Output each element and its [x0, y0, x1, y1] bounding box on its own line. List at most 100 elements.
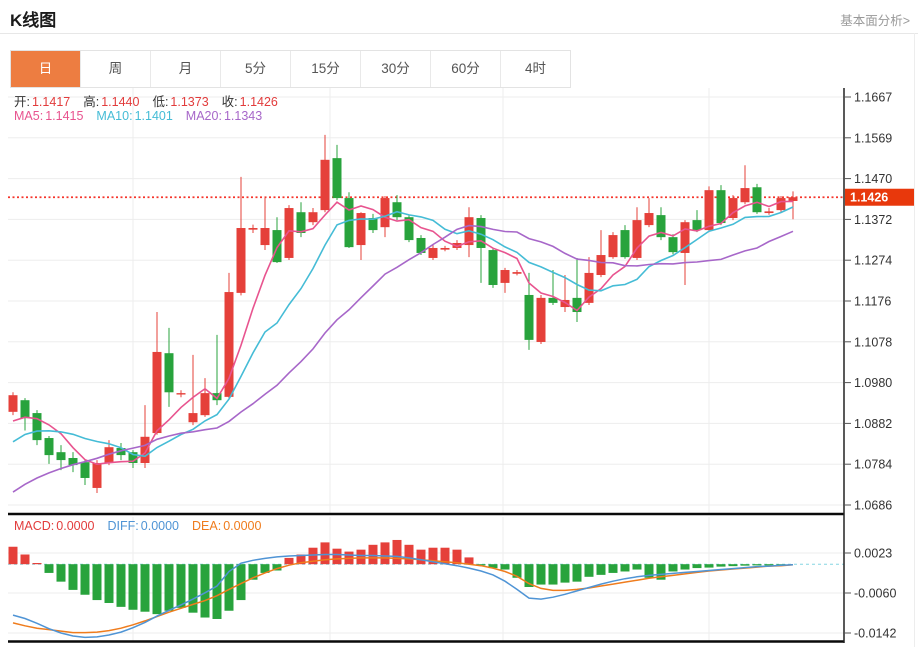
- macd-histogram-bar: [57, 564, 66, 581]
- candle-body: [285, 208, 294, 258]
- candle-body: [93, 463, 102, 488]
- candle-body: [357, 213, 366, 245]
- macd-histogram-bar: [105, 564, 114, 603]
- candle-body: [597, 255, 606, 275]
- macd-histogram-bar: [693, 564, 702, 568]
- legend-value: 0.0000: [56, 519, 94, 533]
- macd-histogram-bar: [549, 564, 558, 584]
- candle-body: [645, 213, 654, 225]
- candle-body: [501, 270, 510, 283]
- candle-body: [741, 188, 750, 202]
- price-axis-label: 1.0686: [854, 499, 892, 513]
- candle-body: [489, 250, 498, 285]
- candle-body: [621, 230, 630, 257]
- candle-body: [693, 220, 702, 230]
- ohlc-legend: 开:1.1417 高:1.1440 低:1.1373收:1.1426: [14, 91, 291, 110]
- legend-value: 1.1440: [101, 95, 139, 109]
- candle-body: [345, 198, 354, 247]
- macd-histogram-bar: [741, 564, 750, 565]
- macd-histogram-bar: [405, 545, 414, 564]
- macd-axis-label: 0.0023: [854, 547, 892, 561]
- macd-histogram-bar: [357, 550, 366, 565]
- price-axis-label: 1.0980: [854, 376, 892, 390]
- macd-histogram-bar: [129, 564, 138, 610]
- candle-body: [525, 295, 534, 340]
- ma-legend: MA5:1.1415MA10:1.1401MA20:1.1343: [14, 109, 275, 123]
- legend-value: 1.1415: [45, 109, 83, 123]
- candle-body: [789, 197, 798, 201]
- legend-item: MACD:0.0000: [14, 519, 108, 533]
- legend-label: DEA:: [192, 519, 221, 533]
- macd-histogram-bar: [141, 564, 150, 612]
- candle-body: [765, 211, 774, 213]
- legend-item: DEA:0.0000: [192, 519, 274, 533]
- legend-label: MA10:: [96, 109, 132, 123]
- legend-value: 1.1417: [32, 95, 70, 109]
- macd-histogram-bar: [69, 564, 78, 590]
- macd-histogram-bar: [573, 564, 582, 581]
- candle-body: [261, 228, 270, 245]
- candle-body: [189, 413, 198, 422]
- price-axis-label: 1.1176: [854, 295, 891, 309]
- macd-histogram-bar: [21, 555, 30, 565]
- macd-plot-area[interactable]: [0, 517, 844, 641]
- candle-body: [33, 413, 42, 440]
- candle-body: [777, 198, 786, 210]
- legend-value: 0.0000: [223, 519, 261, 533]
- macd-histogram-bar: [501, 564, 510, 569]
- macd-histogram-bar: [621, 564, 630, 571]
- legend-item: DIFF:0.0000: [108, 519, 192, 533]
- legend-item: MA20:1.1343: [186, 109, 275, 123]
- macd-histogram-bar: [81, 564, 90, 595]
- macd-histogram-bar: [717, 564, 726, 566]
- macd-histogram-bar: [561, 564, 570, 582]
- legend-label: DIFF:: [108, 519, 139, 533]
- price-axis-label: 1.1372: [854, 213, 892, 227]
- candle-body: [225, 292, 234, 397]
- candle-body: [333, 158, 342, 198]
- macd-histogram-bar: [177, 564, 186, 608]
- candle-body: [753, 187, 762, 212]
- price-axis-label: 1.1667: [854, 91, 892, 105]
- legend-value: 0.0000: [141, 519, 179, 533]
- legend-item: MA5:1.1415: [14, 109, 96, 123]
- candle-body: [81, 462, 90, 478]
- legend-item: 收:1.1426: [222, 95, 291, 109]
- candle-body: [153, 352, 162, 433]
- candle-body: [57, 452, 66, 460]
- legend-value: 1.1373: [170, 95, 208, 109]
- candle-body: [201, 393, 210, 415]
- legend-item: 低:1.1373: [152, 95, 221, 109]
- legend-label: MACD:: [14, 519, 54, 533]
- candle-body: [429, 248, 438, 258]
- current-price-badge-value: 1.1426: [850, 191, 888, 205]
- macd-histogram-bar: [705, 564, 714, 567]
- macd-histogram-bar: [609, 564, 618, 573]
- macd-axis-label: -0.0060: [854, 587, 896, 601]
- macd-histogram-bar: [381, 542, 390, 564]
- macd-histogram-bar: [165, 564, 174, 611]
- legend-label: MA20:: [186, 109, 222, 123]
- legend-label: 高:: [83, 95, 99, 109]
- price-axis-label: 1.1078: [854, 335, 892, 349]
- macd-histogram-bar: [9, 547, 18, 564]
- price-axis-label: 1.0784: [854, 458, 892, 472]
- candle-body: [273, 230, 282, 262]
- candle-body: [249, 228, 258, 230]
- candle-body: [309, 212, 318, 222]
- macd-histogram-bar: [45, 564, 54, 573]
- candle-body: [513, 272, 522, 274]
- candle-body: [237, 228, 246, 293]
- legend-item: MA10:1.1401: [96, 109, 185, 123]
- candle-body: [537, 298, 546, 342]
- price-axis-label: 1.1274: [854, 254, 892, 268]
- candle-body: [321, 160, 330, 210]
- price-axis-label: 1.1470: [854, 172, 892, 186]
- macd-histogram-bar: [33, 563, 42, 564]
- candle-body: [381, 198, 390, 227]
- legend-value: 1.1401: [135, 109, 173, 123]
- candle-body: [441, 248, 450, 250]
- legend-label: 开:: [14, 95, 30, 109]
- macd-histogram-bar: [585, 564, 594, 577]
- price-axis-label: 1.1569: [854, 131, 892, 145]
